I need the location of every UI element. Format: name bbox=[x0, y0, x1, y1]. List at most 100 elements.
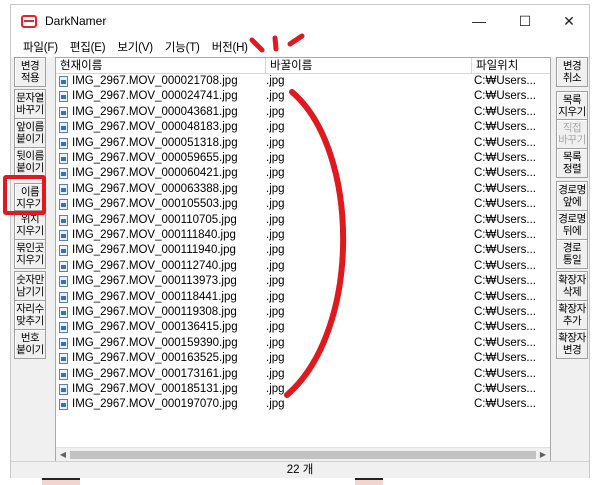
table-row[interactable]: IMG_2967.MOV_000105503.jpg .jpg C:₩Users..… bbox=[56, 197, 550, 212]
menu-file[interactable]: 파일(F) bbox=[17, 39, 64, 55]
list-header: 현재이름 바꿀이름 파일위치 bbox=[56, 58, 550, 74]
path-cell: C:₩Users... bbox=[474, 259, 536, 272]
scroll-thumb[interactable] bbox=[70, 451, 536, 459]
table-row[interactable]: IMG_2967.MOV_000060421.jpg .jpg C:₩Users..… bbox=[56, 166, 550, 181]
status-bar: 22 개 bbox=[11, 461, 589, 479]
new-name-cell: .jpg bbox=[266, 121, 285, 134]
delete-extension-button[interactable]: 확장자 삭제 bbox=[556, 271, 588, 301]
image-file-icon bbox=[59, 122, 68, 134]
table-row[interactable]: IMG_2967.MOV_000118441.jpg .jpg C:₩Users..… bbox=[56, 290, 550, 305]
image-file-icon bbox=[59, 399, 68, 411]
keep-numbers-button[interactable]: 숫자만 남기기 bbox=[14, 271, 46, 301]
path-cell: C:₩Users... bbox=[474, 275, 536, 288]
new-name-cell: .jpg bbox=[266, 136, 285, 149]
table-row[interactable]: IMG_2967.MOV_000111940.jpg .jpg C:₩Users..… bbox=[56, 243, 550, 258]
table-row[interactable]: IMG_2967.MOV_000163525.jpg .jpg C:₩Users..… bbox=[56, 351, 550, 366]
menu-version[interactable]: 버전(H) bbox=[206, 39, 254, 55]
path-suffix-button[interactable]: 경로명 뒤에 bbox=[556, 210, 588, 240]
column-new-name[interactable]: 바꿀이름 bbox=[266, 58, 472, 74]
add-numbering-button[interactable]: 번호 붙이기 bbox=[14, 329, 46, 359]
menu-function[interactable]: 기능(T) bbox=[159, 39, 206, 55]
pad-digits-button[interactable]: 자리수 맞추기 bbox=[14, 300, 46, 330]
table-row[interactable]: IMG_2967.MOV_000197070.jpg .jpg C:₩Users..… bbox=[56, 397, 550, 412]
title-bar: DarkNamer — ☐ ✕ bbox=[11, 5, 589, 37]
menu-bar: 파일(F) 편집(E) 보기(V) 기능(T) 버전(H) bbox=[11, 37, 589, 57]
direct-rename-button[interactable]: 직접 바꾸기 bbox=[556, 119, 588, 149]
table-row[interactable]: IMG_2967.MOV_000051318.jpg .jpg C:₩Users..… bbox=[56, 136, 550, 151]
background-art-left bbox=[42, 478, 80, 485]
path-cell: C:₩Users... bbox=[474, 152, 536, 164]
table-row[interactable]: IMG_2967.MOV_000119308.jpg .jpg C:₩Users..… bbox=[56, 305, 550, 320]
highlight-box bbox=[3, 175, 46, 215]
table-row[interactable]: IMG_2967.MOV_000059655.jpg .jpg C:₩Users..… bbox=[56, 151, 550, 166]
replace-string-button[interactable]: 문자열 바꾸기 bbox=[14, 89, 46, 119]
column-current-name[interactable]: 현재이름 bbox=[56, 58, 266, 74]
table-row[interactable]: IMG_2967.MOV_000185131.jpg .jpg C:₩Users..… bbox=[56, 382, 550, 397]
new-name-cell: .jpg bbox=[266, 213, 285, 226]
table-row[interactable]: IMG_2967.MOV_000024741.jpg .jpg C:₩Users..… bbox=[56, 89, 550, 104]
horizontal-scrollbar[interactable]: ◀ ▶ bbox=[56, 447, 550, 461]
column-path[interactable]: 파일위치 bbox=[472, 58, 550, 74]
undo-change-button[interactable]: 변경 취소 bbox=[556, 57, 588, 87]
table-row[interactable]: IMG_2967.MOV_000048183.jpg .jpg C:₩Users..… bbox=[56, 120, 550, 135]
current-name-cell: IMG_2967.MOV_000111840.jpg bbox=[72, 229, 236, 241]
close-button[interactable]: ✕ bbox=[547, 5, 591, 37]
delete-bracketed-button[interactable]: 묶인곳 지우기 bbox=[14, 239, 46, 269]
image-file-icon bbox=[59, 199, 68, 211]
path-cell: C:₩Users... bbox=[474, 90, 536, 103]
path-prefix-button[interactable]: 경로명 앞에 bbox=[556, 181, 588, 211]
new-name-cell: .jpg bbox=[266, 198, 285, 211]
new-name-cell: .jpg bbox=[266, 367, 285, 380]
minimize-button[interactable]: — bbox=[457, 5, 501, 37]
image-file-icon bbox=[59, 230, 68, 241]
darknamer-window: DarkNamer — ☐ ✕ 파일(F) 편집(E) 보기(V) 기능(T) … bbox=[10, 4, 590, 480]
table-row[interactable]: IMG_2967.MOV_000112740.jpg .jpg C:₩Users..… bbox=[56, 259, 550, 274]
image-file-icon bbox=[59, 276, 68, 288]
new-name-cell: .jpg bbox=[266, 336, 285, 349]
change-extension-button[interactable]: 확장자 변경 bbox=[556, 329, 588, 359]
table-row[interactable]: IMG_2967.MOV_000111840.jpg .jpg C:₩Users..… bbox=[56, 228, 550, 243]
sort-list-button[interactable]: 목록 정렬 bbox=[556, 148, 588, 178]
table-row[interactable]: IMG_2967.MOV_000113973.jpg .jpg C:₩Users..… bbox=[56, 274, 550, 289]
maximize-button[interactable]: ☐ bbox=[503, 5, 547, 37]
image-file-icon bbox=[59, 291, 68, 303]
menu-edit[interactable]: 편집(E) bbox=[64, 39, 112, 55]
current-name-cell: IMG_2967.MOV_000159390.jpg bbox=[72, 336, 238, 349]
new-name-cell: .jpg bbox=[266, 244, 285, 257]
clear-list-button[interactable]: 목록 지우기 bbox=[556, 91, 588, 121]
current-name-cell: IMG_2967.MOV_000024741.jpg bbox=[72, 90, 238, 103]
file-list[interactable]: 현재이름 바꿀이름 파일위치 IMG_2967.MOV_000021708.jp… bbox=[55, 57, 551, 462]
image-file-icon bbox=[59, 183, 68, 195]
table-row[interactable]: IMG_2967.MOV_000159390.jpg .jpg C:₩Users..… bbox=[56, 336, 550, 351]
apply-changes-button[interactable]: 변경 적용 bbox=[14, 57, 46, 87]
new-name-cell: .jpg bbox=[266, 105, 285, 118]
new-name-cell: .jpg bbox=[266, 398, 285, 411]
table-row[interactable]: IMG_2967.MOV_000021708.jpg .jpg C:₩Users..… bbox=[56, 74, 550, 89]
new-name-cell: .jpg bbox=[266, 290, 285, 303]
current-name-cell: IMG_2967.MOV_000060421.jpg bbox=[72, 167, 238, 180]
menu-view[interactable]: 보기(V) bbox=[111, 39, 159, 55]
image-file-icon bbox=[59, 76, 68, 87]
scroll-right-icon[interactable]: ▶ bbox=[538, 450, 548, 460]
current-name-cell: IMG_2967.MOV_000197070.jpg bbox=[72, 398, 238, 411]
unify-path-button[interactable]: 경로 통일 bbox=[556, 239, 588, 269]
path-cell: C:₩Users... bbox=[474, 167, 536, 180]
add-extension-button[interactable]: 확장자 추가 bbox=[556, 300, 588, 330]
table-row[interactable]: IMG_2967.MOV_000063388.jpg .jpg C:₩Users..… bbox=[56, 182, 550, 197]
path-cell: C:₩Users... bbox=[474, 105, 536, 118]
current-name-cell: IMG_2967.MOV_000051318.jpg bbox=[72, 136, 238, 149]
image-file-icon bbox=[59, 214, 68, 226]
window-title: DarkNamer bbox=[45, 14, 107, 28]
table-row[interactable]: IMG_2967.MOV_000173161.jpg .jpg C:₩Users..… bbox=[56, 367, 550, 382]
add-prefix-button[interactable]: 앞이름 붙이기 bbox=[14, 118, 46, 148]
path-cell: C:₩Users... bbox=[474, 290, 536, 303]
new-name-cell: .jpg bbox=[266, 275, 285, 288]
path-cell: C:₩Users... bbox=[474, 75, 536, 87]
scroll-left-icon[interactable]: ◀ bbox=[58, 450, 68, 460]
path-cell: C:₩Users... bbox=[474, 383, 536, 395]
new-name-cell: .jpg bbox=[266, 167, 285, 180]
table-row[interactable]: IMG_2967.MOV_000136415.jpg .jpg C:₩Users..… bbox=[56, 320, 550, 335]
table-row[interactable]: IMG_2967.MOV_000043681.jpg .jpg C:₩Users..… bbox=[56, 105, 550, 120]
add-suffix-button[interactable]: 뒷이름 붙이기 bbox=[14, 147, 46, 177]
table-row[interactable]: IMG_2967.MOV_000110705.jpg .jpg C:₩Users..… bbox=[56, 213, 550, 228]
